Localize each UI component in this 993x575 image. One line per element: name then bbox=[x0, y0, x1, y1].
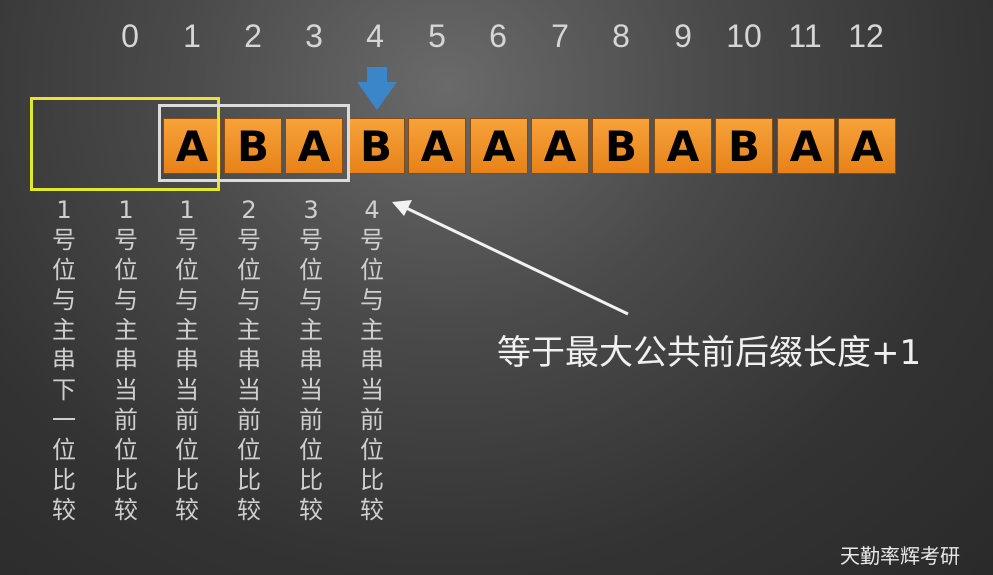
annotation-column: 3号位与主串当前位比较 bbox=[299, 196, 323, 524]
pattern-cell: B bbox=[715, 118, 773, 174]
pattern-cell: B bbox=[592, 118, 650, 174]
caption-text: 等于最大公共前后缀长度+1 bbox=[497, 333, 922, 373]
pattern-cell: A bbox=[408, 118, 466, 174]
watermark-text: 天勤率辉考研 bbox=[840, 544, 960, 568]
pattern-cell: A bbox=[470, 118, 528, 174]
pattern-cell: A bbox=[838, 118, 896, 174]
annotation-column: 1号位与主串当前位比较 bbox=[114, 196, 138, 524]
annotation-column: 4号位与主串当前位比较 bbox=[360, 196, 384, 524]
pattern-cell: A bbox=[531, 118, 589, 174]
current-position-arrow-layer bbox=[357, 67, 629, 316]
annotation-column: 1号位与主串当前位比较 bbox=[175, 196, 199, 524]
annotation-column: 1号位与主串下一位比较 bbox=[52, 196, 76, 524]
suffix-highlight-box bbox=[158, 104, 350, 182]
annotation-column: 2号位与主串当前位比较 bbox=[237, 196, 261, 524]
pattern-cell: B bbox=[347, 118, 405, 174]
pattern-cell: A bbox=[777, 118, 835, 174]
pattern-cell: A bbox=[654, 118, 712, 174]
current-position-arrow-icon bbox=[357, 67, 397, 110]
pointer-arrow-line bbox=[401, 204, 629, 316]
